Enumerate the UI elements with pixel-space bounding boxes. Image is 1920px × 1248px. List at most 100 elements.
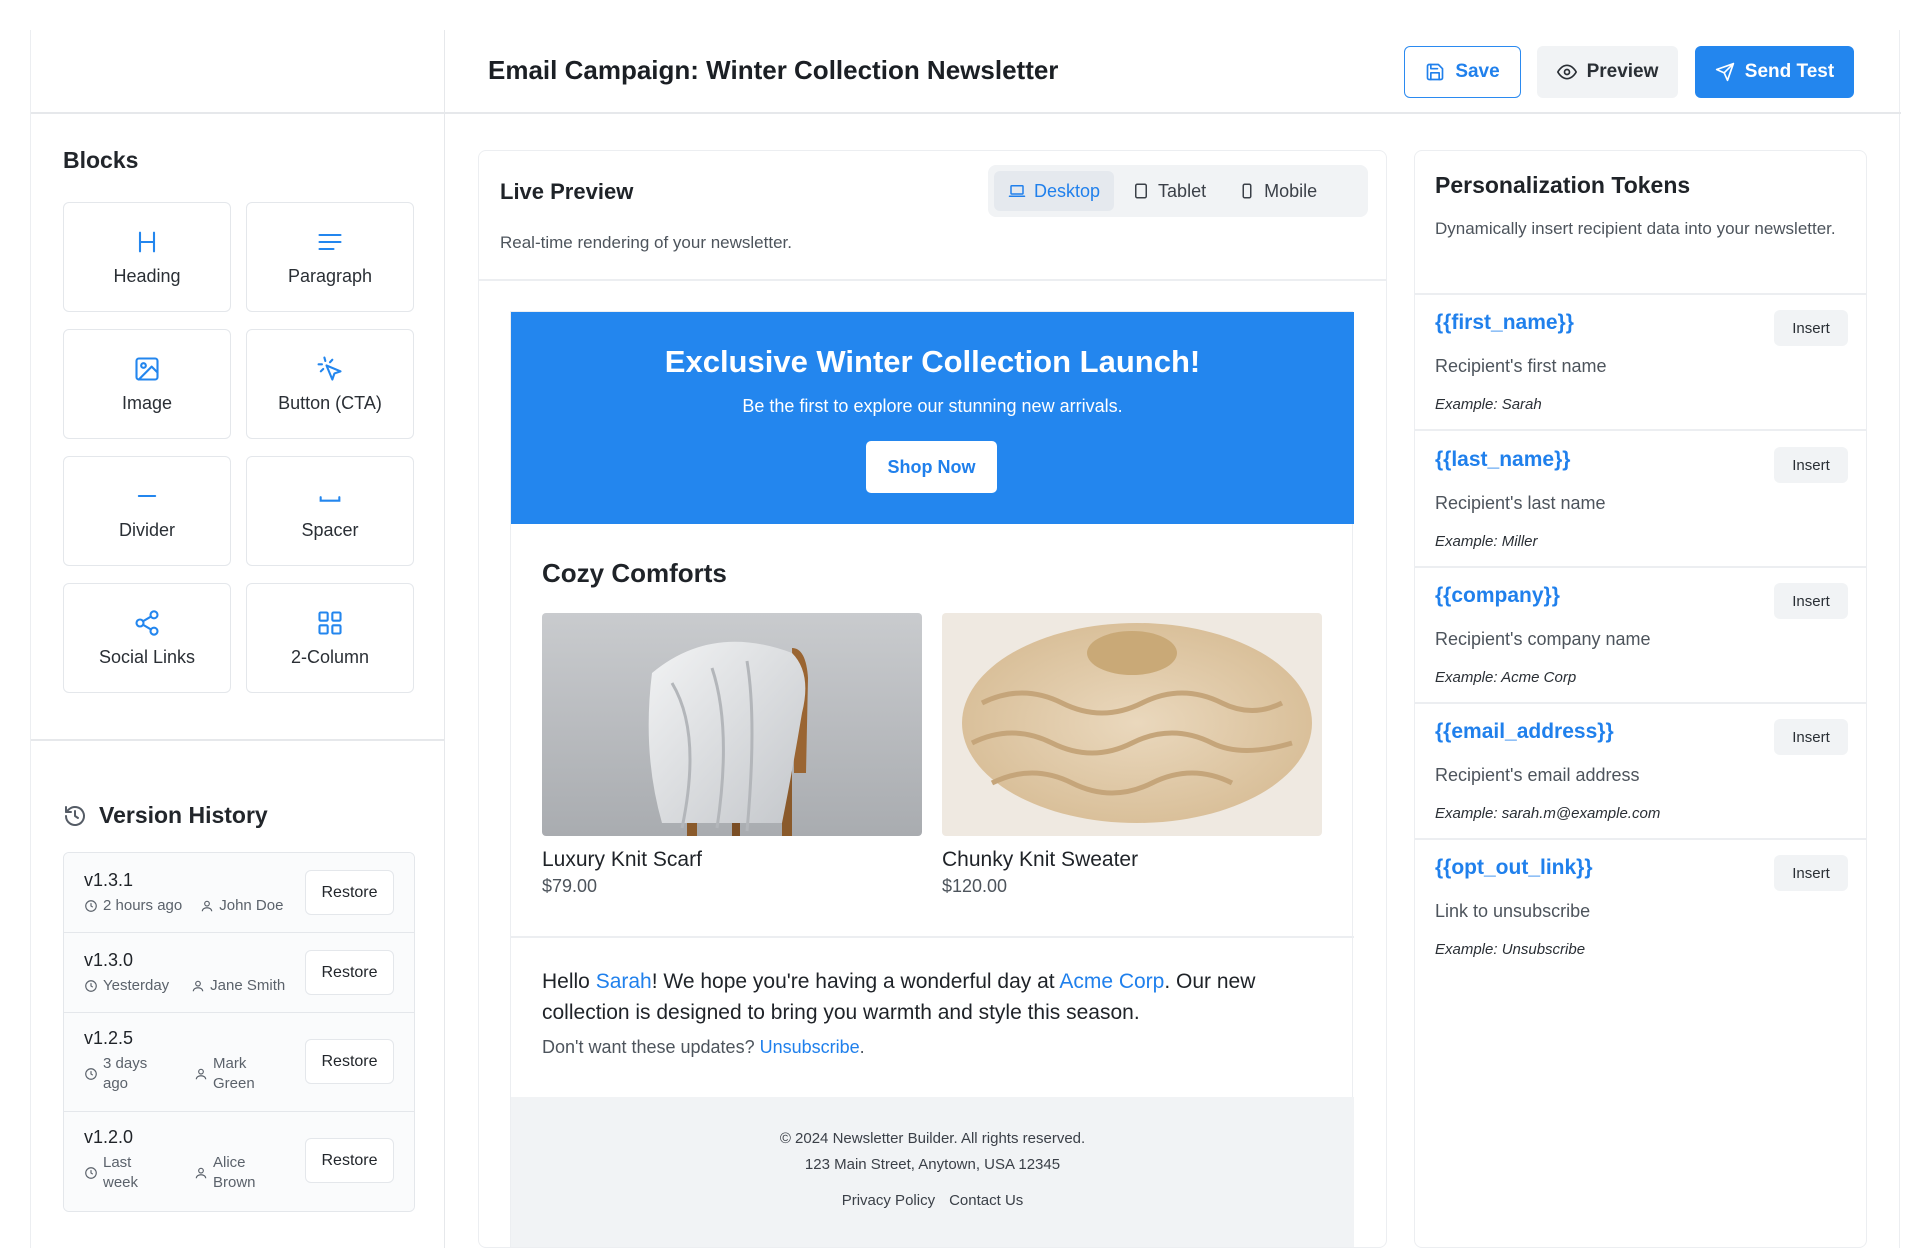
block-label: 2-Column [290,646,370,667]
insert-button[interactable]: Insert [1774,719,1848,755]
token-row: {{first_name}} Insert Recipient's first … [1415,295,1866,431]
restore-button[interactable]: Restore [305,1039,394,1084]
product-price: $120.00 [942,876,1008,896]
version-row: v1.3.0 Yesterday Jane Smith Restore [64,933,414,1013]
block-divider[interactable]: Divider [63,456,231,566]
tab-tablet[interactable]: Tablet [1118,171,1220,211]
personalization-tokens-panel: Personalization Tokens Dynamically inser… [1414,150,1867,1248]
token-name: {{email_address}} [1435,720,1614,743]
version-row: v1.3.1 2 hours ago John Doe Restore [64,853,414,933]
insert-button[interactable]: Insert [1774,855,1848,891]
user-icon [195,1068,207,1080]
version-author-text: Jane Smith [210,977,286,994]
token-description: Link to unsubscribe [1435,901,1591,921]
restore-button[interactable]: Restore [305,1138,394,1183]
block-label: Social Links [98,646,196,667]
send-test-button[interactable]: Send Test [1695,46,1854,98]
heading-icon [138,231,156,252]
email-body-text: Hello Sarah! We hope you're having a won… [542,966,1332,1028]
version-number: v1.2.0 [84,1127,134,1147]
tokens-title: Personalization Tokens [1435,172,1691,198]
block-social-links[interactable]: Social Links [63,583,231,693]
top-header: Email Campaign: Winter Collection Newsle… [31,30,1901,114]
email-footer: © 2024 Newsletter Builder. All rights re… [511,1097,1354,1247]
block-label: Image [121,392,173,413]
preview-button-label: Preview [1586,61,1659,82]
email-hero[interactable]: Exclusive Winter Collection Launch! Be t… [511,312,1354,524]
block-heading[interactable]: Heading [63,202,231,312]
version-time-text: Last week [103,1154,139,1191]
contact-us-link[interactable]: Contact Us [949,1192,1023,1209]
footer-address: 123 Main Street, Anytown, USA 12345 [804,1156,1061,1173]
version-time: 3 days ago [84,1054,154,1094]
preview-button[interactable]: Preview [1537,46,1678,98]
clock-icon [85,1068,97,1080]
save-button[interactable]: Save [1404,46,1521,98]
blocks-title: Blocks [63,147,139,173]
unsubscribe-suffix: . [859,1037,865,1057]
block-label: Spacer [301,519,359,540]
restore-button[interactable]: Restore [305,870,394,915]
user-icon [201,900,213,911]
email-canvas: Exclusive Winter Collection Launch! Be t… [510,311,1354,1247]
block-spacer[interactable]: Spacer [246,456,414,566]
token-description: Recipient's last name [1435,493,1606,513]
block-label: Divider [118,519,175,540]
tab-tablet-label: Tablet [1158,180,1207,201]
eye-icon [1556,64,1577,80]
body-greeting: Hello [542,970,596,993]
live-preview-title: Live Preview [500,179,634,204]
token-row: {{email_address}} Insert Recipient's ema… [1415,704,1866,840]
hero-title: Exclusive Winter Collection Launch! [664,344,1201,379]
restore-button[interactable]: Restore [305,950,394,995]
blocks-sidebar: Blocks Heading Paragraph Image Button (C… [31,114,445,1248]
token-example: Example: sarah.m@example.com [1435,805,1661,822]
token-name: {{last_name}} [1435,448,1571,471]
version-author-text: Alice Brown [213,1154,256,1191]
version-meta: 2 hours ago John Doe [84,897,283,914]
block-2-column[interactable]: 2-Column [246,583,414,693]
token-row: {{company}} Insert Recipient's company n… [1415,568,1866,704]
live-preview-panel: Live Preview Real-time rendering of your… [478,150,1387,1248]
block-button-cta[interactable]: Button (CTA) [246,329,414,439]
footer-copyright: © 2024 Newsletter Builder. All rights re… [779,1130,1086,1147]
shop-now-button[interactable]: Shop Now [866,441,997,493]
grid-icon [318,610,342,635]
insert-button[interactable]: Insert [1774,583,1848,619]
paragraph-icon [318,233,342,250]
tokens-header: Personalization Tokens Dynamically inser… [1415,151,1866,295]
header-logo-area [31,30,445,114]
version-time: Yesterday [84,977,169,994]
token-name: {{opt_out_link}} [1435,856,1593,879]
blocks-grid: Heading Paragraph Image Button (CTA) Div… [63,202,415,693]
unsubscribe-link[interactable]: Unsubscribe [760,1037,860,1057]
page-title: Email Campaign: Winter Collection Newsle… [488,55,1059,85]
token-example: Example: Sarah [1435,396,1542,413]
product-card[interactable]: Chunky Knit Sweater $120.00 [942,613,1322,897]
block-image[interactable]: Image [63,329,231,439]
user-icon [192,980,204,991]
version-time-text: Yesterday [103,977,170,994]
block-label: Heading [113,265,181,286]
token-name: {{first_name}} [1435,311,1574,334]
token-example: Example: Acme Corp [1435,669,1577,686]
version-author: John Doe [200,897,283,914]
insert-button[interactable]: Insert [1774,310,1848,346]
clock-icon [85,1167,97,1179]
clock-icon [85,979,97,992]
device-toggle: Desktop Tablet Mobile [988,165,1368,217]
block-paragraph[interactable]: Paragraph [246,202,414,312]
version-history-title: Version History [63,802,268,829]
insert-button[interactable]: Insert [1774,447,1848,483]
version-meta: Last week Alice Brown [84,1153,264,1193]
product-card[interactable]: Luxury Knit Scarf $79.00 [542,613,922,897]
version-history-list: v1.3.1 2 hours ago John Doe Restore v1.3… [63,852,415,1212]
version-row: v1.2.0 Last week Alice Brown Restore [64,1112,414,1211]
laptop-icon [1008,185,1026,197]
product-image-scarf [542,613,922,836]
section-title: Cozy Comforts [542,558,727,588]
tab-mobile[interactable]: Mobile [1224,171,1331,211]
tab-desktop[interactable]: Desktop [994,171,1115,211]
privacy-policy-link[interactable]: Privacy Policy [842,1192,935,1209]
version-author-text: Mark Green [213,1055,255,1092]
